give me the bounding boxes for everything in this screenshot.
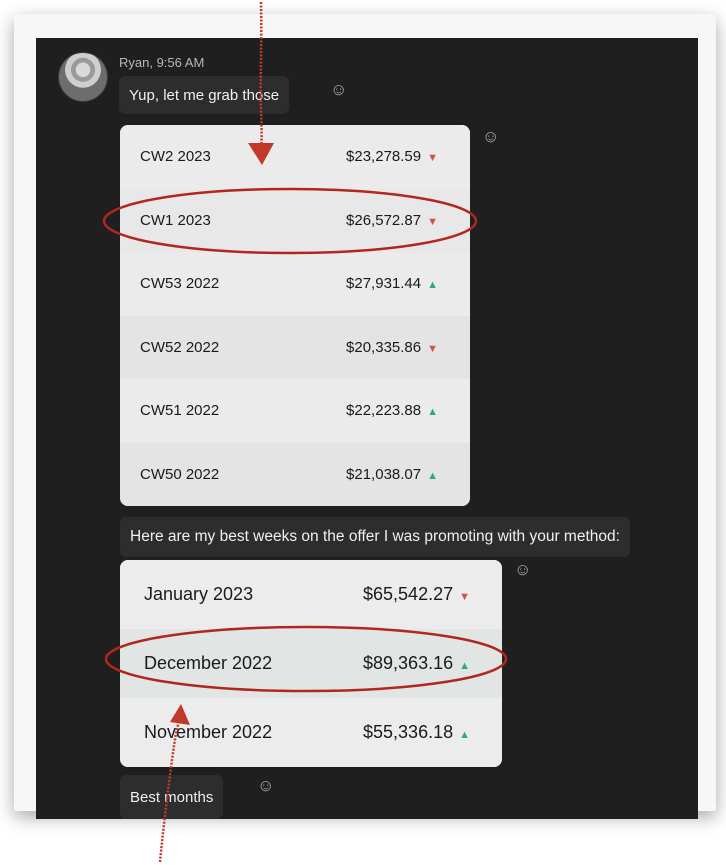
triangle-up-icon: ▲ — [459, 729, 470, 741]
message-bubble-2[interactable]: Here are my best weeks on the offer I wa… — [120, 517, 630, 557]
row-value: $65,542.27 — [363, 584, 454, 604]
message-bubble-1[interactable]: Yup, let me grab those — [119, 76, 290, 114]
avatar[interactable] — [58, 52, 108, 102]
row-label: CW50 2022 — [140, 465, 220, 483]
smiley-icon[interactable]: ☺ — [514, 560, 531, 580]
weekly-row: CW52 2022 $20,335.86 ▼ — [120, 315, 470, 379]
triangle-up-icon: ▲ — [427, 406, 438, 419]
triangle-up-icon: ▲ — [427, 279, 438, 292]
smiley-icon[interactable]: ☺ — [482, 127, 499, 147]
row-label: December 2022 — [144, 653, 273, 673]
monthly-earnings-card: January 2023 $65,542.27 ▼ December 2022 $… — [120, 560, 502, 767]
message-bubble-3[interactable]: Best months — [120, 775, 224, 819]
row-label: CW1 2023 — [140, 211, 211, 229]
sender-timestamp: Ryan, 9:56 AM — [119, 55, 205, 70]
weekly-row: CW53 2022 $27,931.44 ▲ — [120, 252, 470, 316]
row-label: CW51 2022 — [140, 402, 220, 420]
row-label: CW52 2022 — [140, 338, 220, 356]
row-value: $26,572.87 — [346, 211, 422, 229]
monthly-row: November 2022 $55,336.18 ▲ — [120, 698, 502, 767]
triangle-up-icon: ▲ — [427, 469, 438, 482]
row-value: $21,038.07 — [346, 465, 422, 483]
triangle-down-icon: ▼ — [427, 152, 438, 165]
monthly-row: January 2023 $65,542.27 ▼ — [120, 560, 502, 629]
chat-panel: Ryan, 9:56 AM Yup, let me grab those ☺ C… — [36, 38, 698, 819]
row-value: $55,336.18 — [363, 722, 454, 742]
smiley-icon[interactable]: ☺ — [330, 80, 347, 100]
row-label: CW2 2023 — [140, 148, 211, 166]
row-value: $27,931.44 — [346, 275, 422, 293]
message-text: Best months — [130, 788, 214, 806]
row-value: $20,335.86 — [346, 338, 422, 356]
message-text: Yup, let me grab those — [129, 86, 280, 104]
row-value: $23,278.59 — [346, 148, 422, 166]
smiley-icon[interactable]: ☺ — [257, 776, 274, 796]
weekly-earnings-card: CW2 2023 $23,278.59 ▼ CW1 2023 $26,572.87… — [120, 125, 470, 506]
triangle-up-icon: ▲ — [459, 660, 470, 672]
monthly-row: December 2022 $89,363.16 ▲ — [120, 629, 502, 698]
row-label: November 2022 — [144, 722, 273, 742]
weekly-row: CW50 2022 $21,038.07 ▲ — [120, 442, 470, 506]
triangle-down-icon: ▼ — [427, 342, 438, 355]
row-value: $22,223.88 — [346, 402, 422, 420]
triangle-down-icon: ▼ — [427, 215, 438, 228]
weekly-row: CW51 2022 $22,223.88 ▲ — [120, 379, 470, 443]
weekly-row: CW1 2023 $26,572.87 ▼ — [120, 188, 470, 252]
row-value: $89,363.16 — [363, 653, 454, 673]
row-label: January 2023 — [144, 584, 254, 604]
message-text: Here are my best weeks on the offer I wa… — [130, 528, 620, 545]
weekly-row: CW2 2023 $23,278.59 ▼ — [120, 125, 470, 189]
row-label: CW53 2022 — [140, 275, 220, 293]
triangle-down-icon: ▼ — [459, 591, 470, 603]
